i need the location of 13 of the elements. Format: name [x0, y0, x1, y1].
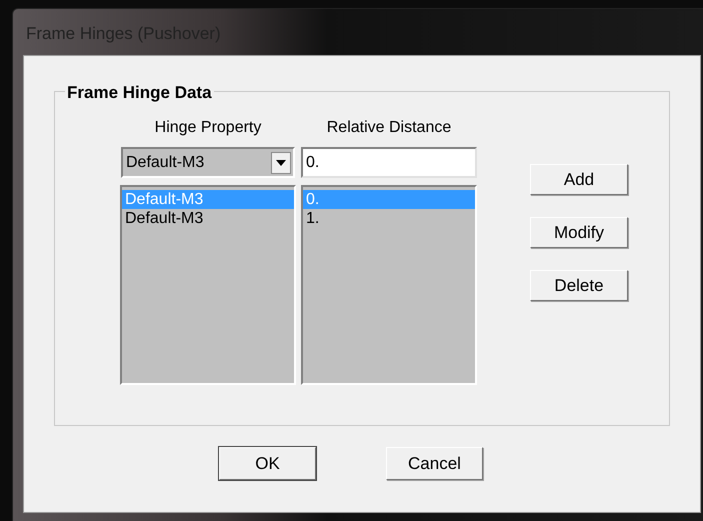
action-button[interactable]: Delete: [530, 270, 628, 301]
list-item[interactable]: 1.: [303, 209, 475, 228]
hinge-property-dropdown[interactable]: Default-M3: [121, 147, 295, 178]
dialog-button[interactable]: Cancel: [386, 447, 483, 480]
list-item[interactable]: Default-M3: [122, 209, 294, 228]
column-heading: Hinge Property: [154, 118, 262, 138]
column-heading: Relative Distance: [326, 118, 452, 138]
action-button[interactable]: Add: [530, 164, 628, 195]
relative-distance-field[interactable]: 0.: [301, 147, 477, 178]
dialog-button[interactable]: OK: [219, 447, 316, 480]
list-box[interactable]: 0. 1.: [301, 185, 477, 385]
list-box[interactable]: Default-M3 Default-M3: [120, 185, 296, 385]
action-button[interactable]: Modify: [530, 217, 628, 248]
